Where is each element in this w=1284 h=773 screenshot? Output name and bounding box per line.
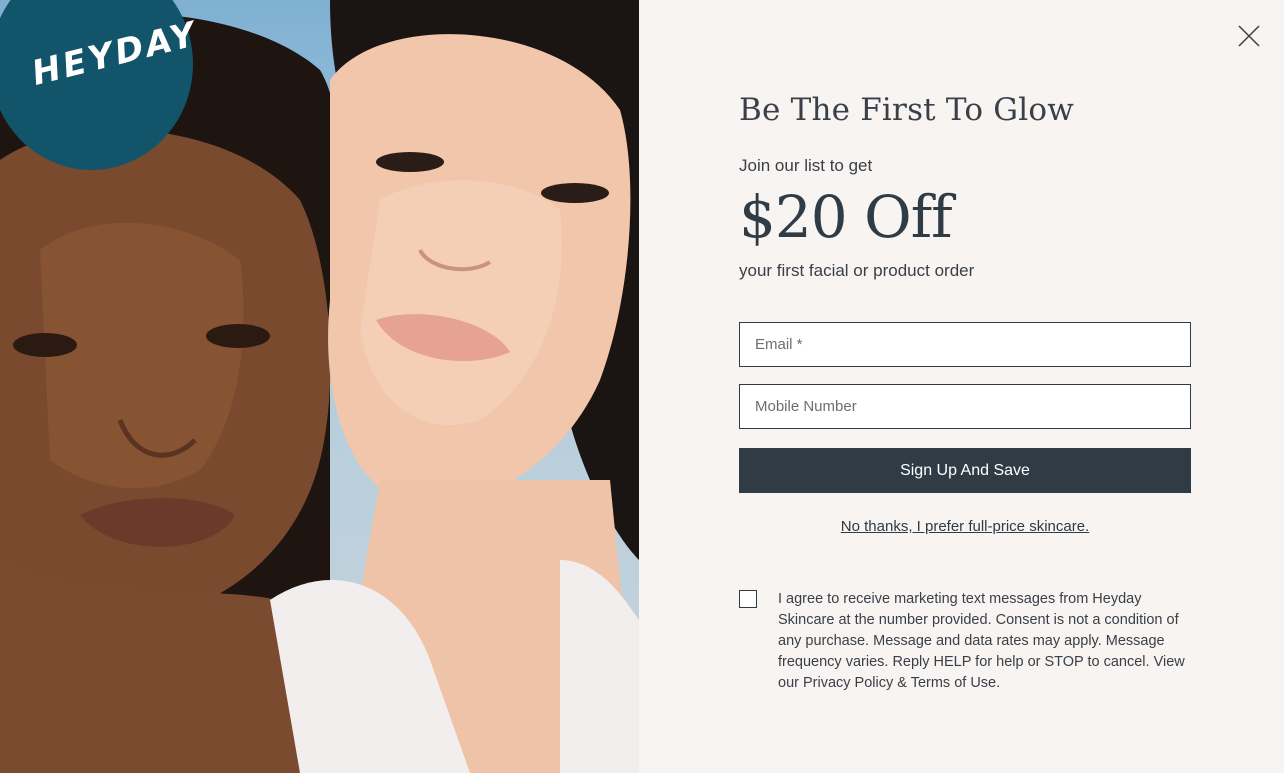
phone-input[interactable] [740, 385, 1190, 428]
sms-consent-checkbox[interactable] [739, 590, 757, 608]
sms-consent-text: I agree to receive marketing text messag… [778, 591, 1185, 691]
sms-consent: I agree to receive marketing text messag… [739, 589, 1199, 694]
email-input[interactable] [740, 323, 1190, 366]
offer-amount: $20 Off [739, 183, 953, 251]
offer-subtext: your first facial or product order [739, 261, 975, 280]
hero-photo: HEYDAY [0, 0, 639, 773]
signup-modal: HEYDAY Be The First To Glow Join our lis… [0, 0, 1284, 773]
phone-field [739, 384, 1191, 429]
close-icon [1238, 25, 1260, 47]
signup-panel: Be The First To Glow Join our list to ge… [639, 0, 1284, 773]
email-field [739, 322, 1191, 367]
close-button[interactable] [1237, 24, 1261, 48]
intro-text: Join our list to get [739, 156, 873, 175]
sign-up-button[interactable]: Sign Up And Save [739, 448, 1191, 493]
headline: Be The First To Glow [739, 92, 1074, 128]
decline-link[interactable]: No thanks, I prefer full-price skincare. [739, 518, 1191, 535]
